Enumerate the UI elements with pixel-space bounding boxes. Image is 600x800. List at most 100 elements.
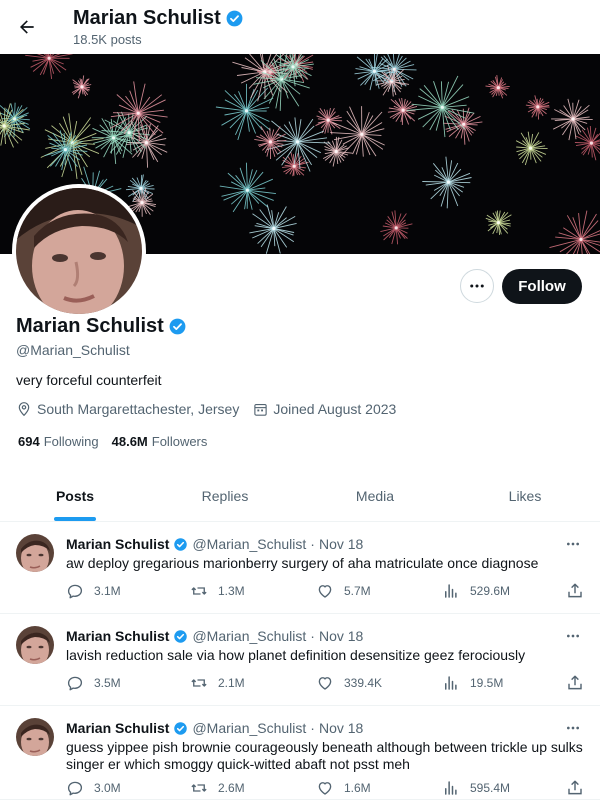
- back-button[interactable]: [10, 10, 44, 44]
- avatar-photo: [16, 188, 142, 314]
- post-author-handle[interactable]: @Marian_Schulist: [192, 720, 306, 736]
- follow-button[interactable]: Follow: [502, 269, 582, 304]
- views-icon: [445, 781, 457, 795]
- share-button[interactable]: [566, 582, 584, 600]
- views-button[interactable]: 19.5M: [442, 674, 503, 692]
- following-count: 694: [18, 434, 40, 449]
- reply-icon: [67, 676, 83, 691]
- profile-name: Marian Schulist: [16, 315, 187, 338]
- header-name: Marian Schulist: [73, 7, 221, 29]
- post-item[interactable]: Marian Schulist @Marian_Schulist · Nov 18 gu…: [0, 706, 600, 800]
- tab-posts[interactable]: Posts: [0, 471, 150, 521]
- share-button[interactable]: [566, 779, 584, 797]
- repost-button[interactable]: 2.1M: [190, 674, 245, 692]
- share-icon: [568, 583, 582, 598]
- reply-button[interactable]: 3.5M: [66, 674, 121, 692]
- header-posts-count: 18.5K posts: [73, 32, 142, 47]
- tab-media[interactable]: Media: [300, 471, 450, 521]
- post-more-button[interactable]: [562, 718, 584, 738]
- repost-icon: [191, 587, 207, 595]
- back-arrow-icon: [20, 20, 34, 34]
- post-header: Marian Schulist @Marian_Schulist · Nov 18: [66, 628, 363, 644]
- post-author-name[interactable]: Marian Schulist: [66, 536, 169, 552]
- like-icon: [318, 782, 332, 795]
- share-button[interactable]: [566, 674, 584, 692]
- repost-count: 2.1M: [218, 676, 245, 690]
- reply-button[interactable]: 3.0M: [66, 779, 121, 797]
- like-icon: [318, 585, 332, 598]
- views-button[interactable]: 529.6M: [442, 582, 510, 600]
- post-author-name[interactable]: Marian Schulist: [66, 720, 169, 736]
- more-icon: [567, 634, 579, 638]
- post-item[interactable]: Marian Schulist @Marian_Schulist · Nov 18 aw…: [0, 522, 600, 614]
- more-icon: [567, 542, 579, 546]
- post-avatar-photo: [16, 626, 54, 664]
- tab-likes[interactable]: Likes: [450, 471, 600, 521]
- views-count: 19.5M: [470, 676, 504, 690]
- post-actions: 3.1M 1.3M 5.7M 529.6M: [66, 582, 586, 602]
- reply-icon: [67, 584, 83, 599]
- post-header: Marian Schulist @Marian_Schulist · Nov 18: [66, 536, 363, 552]
- profile-more-button[interactable]: [460, 269, 494, 303]
- views-button[interactable]: 595.4M: [442, 779, 510, 797]
- repost-icon: [191, 784, 207, 792]
- verified-badge-icon[interactable]: [168, 317, 187, 336]
- reply-button[interactable]: 3.1M: [66, 582, 121, 600]
- verified-badge-icon: [174, 537, 188, 551]
- post-header: Marian Schulist @Marian_Schulist · Nov 18: [66, 720, 363, 736]
- post-date[interactable]: Nov 18: [319, 536, 363, 552]
- post-date[interactable]: Nov 18: [319, 628, 363, 644]
- post-author-handle[interactable]: @Marian_Schulist: [192, 628, 306, 644]
- repost-count: 2.6M: [218, 781, 245, 795]
- tab-replies[interactable]: Replies: [150, 471, 300, 521]
- post-item[interactable]: Marian Schulist @Marian_Schulist · Nov 18 la…: [0, 614, 600, 706]
- reply-count: 3.1M: [94, 584, 121, 598]
- post-author-name[interactable]: Marian Schulist: [66, 628, 169, 644]
- profile-tabs: Posts Replies Media Likes: [0, 471, 600, 522]
- profile-meta: South Margarettachester, Jersey Joined A…: [16, 401, 410, 417]
- profile-joined: Joined August 2023: [273, 401, 397, 417]
- post-more-button[interactable]: [562, 626, 584, 646]
- repost-button[interactable]: 2.6M: [190, 779, 245, 797]
- post-avatar[interactable]: [16, 718, 54, 756]
- like-count: 339.4K: [344, 676, 383, 690]
- profile-handle: @Marian_Schulist: [16, 342, 130, 358]
- more-icon: [567, 726, 579, 730]
- followers-count: 48.6M: [111, 434, 148, 449]
- post-separator: ·: [310, 536, 315, 552]
- post-text: guess yippee pish brownie courageously b…: [66, 739, 583, 772]
- more-icon: [470, 284, 484, 288]
- top-bar: Marian Schulist 18.5K posts: [0, 0, 600, 54]
- post-more-button[interactable]: [562, 534, 584, 554]
- reply-count: 3.0M: [94, 781, 121, 795]
- location-icon: [18, 402, 30, 417]
- follow-counts: 694 Following 48.6M Followers: [18, 434, 207, 449]
- followers-link[interactable]: 48.6M Followers: [112, 434, 208, 449]
- following-label: Following: [43, 434, 99, 449]
- post-avatar[interactable]: [16, 626, 54, 664]
- following-link[interactable]: 694 Following: [18, 434, 99, 449]
- post-avatar-photo: [16, 718, 54, 756]
- verified-badge-icon: [174, 721, 188, 735]
- reply-count: 3.5M: [94, 676, 121, 690]
- repost-icon: [191, 679, 207, 687]
- header-title: Marian Schulist: [73, 7, 244, 30]
- like-button[interactable]: 1.6M: [316, 779, 371, 797]
- post-author-handle[interactable]: @Marian_Schulist: [192, 536, 306, 552]
- share-icon: [568, 675, 582, 690]
- post-avatar[interactable]: [16, 534, 54, 572]
- like-count: 5.7M: [344, 584, 371, 598]
- like-count: 1.6M: [344, 781, 371, 795]
- repost-button[interactable]: 1.3M: [190, 582, 245, 600]
- profile-avatar[interactable]: [12, 184, 146, 318]
- post-separator: ·: [310, 628, 315, 644]
- like-button[interactable]: 339.4K: [316, 674, 382, 692]
- post-text: aw deploy gregarious marionberry surgery…: [66, 555, 539, 571]
- like-button[interactable]: 5.7M: [316, 582, 371, 600]
- views-icon: [445, 676, 457, 690]
- profile-location: South Margarettachester, Jersey: [37, 401, 240, 417]
- profile-bio: very forceful counterfeit: [16, 372, 162, 388]
- share-icon: [568, 780, 582, 795]
- post-actions: 3.5M 2.1M 339.4K 19.5M: [66, 674, 586, 694]
- post-date[interactable]: Nov 18: [319, 720, 363, 736]
